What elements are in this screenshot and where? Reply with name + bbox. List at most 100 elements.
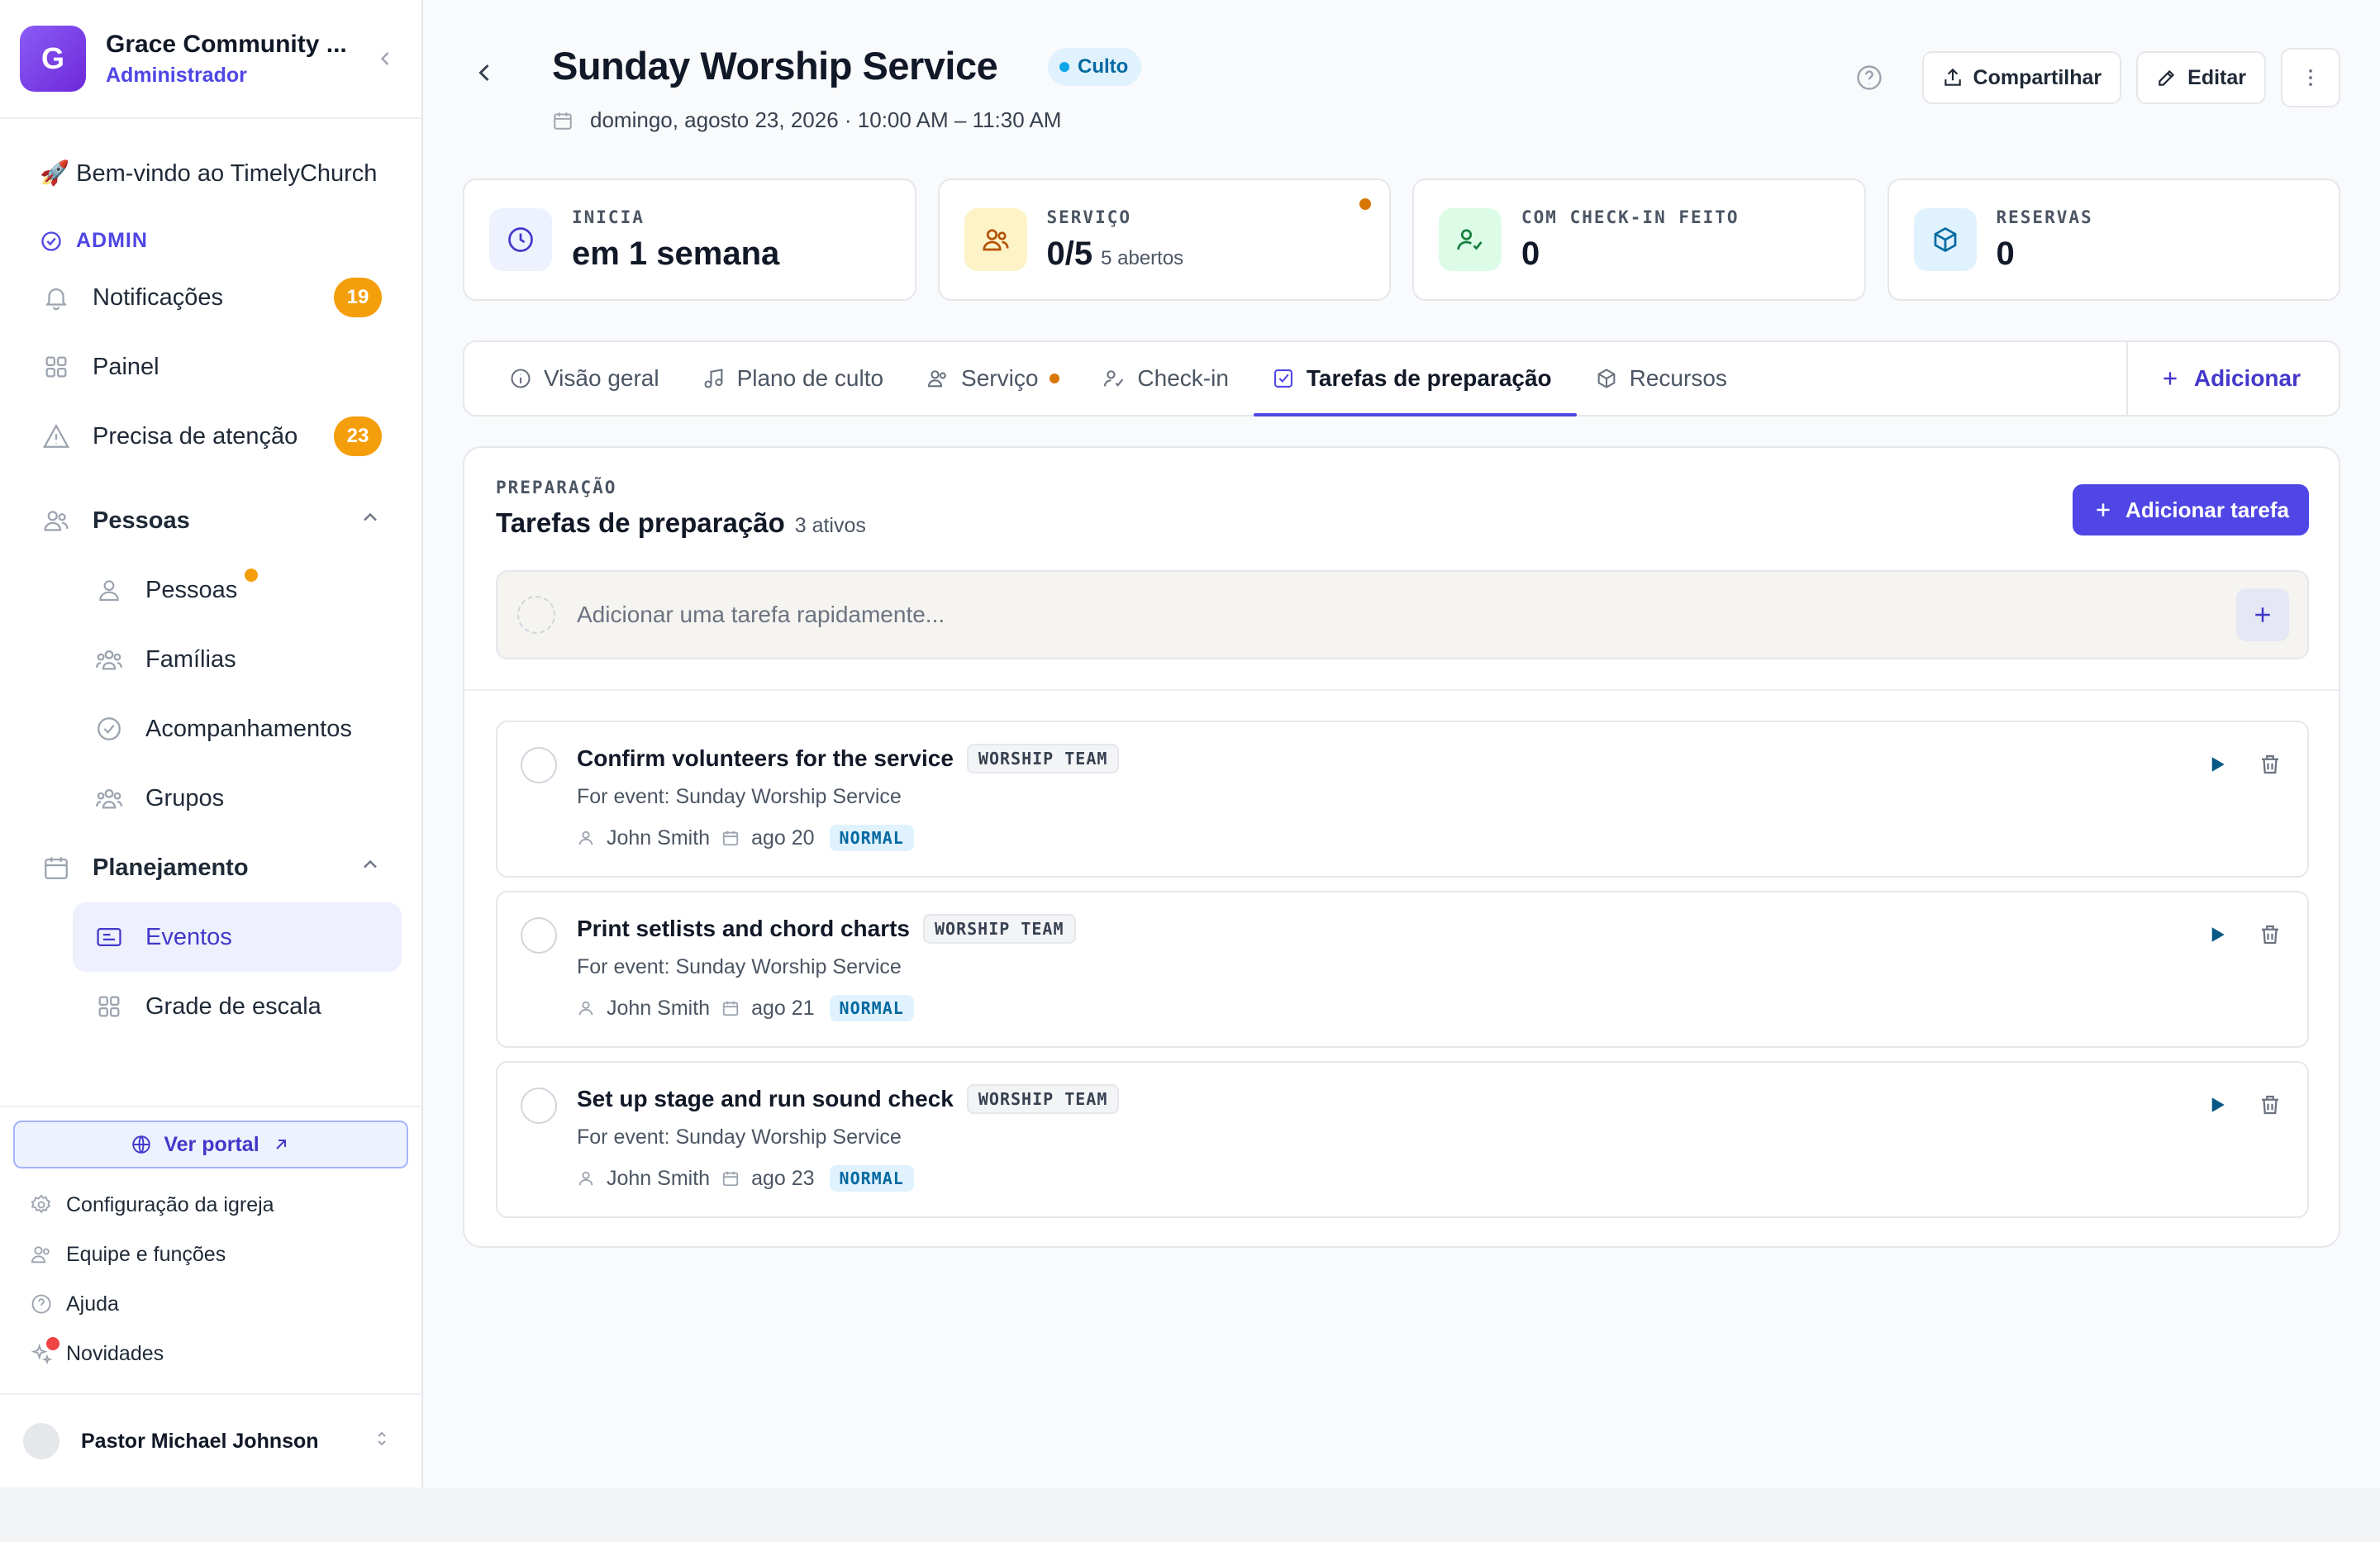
collapse-sidebar-icon[interactable] [369,42,402,75]
calendar-icon [721,1169,740,1187]
sidebar-item-groups[interactable]: Grupos [0,764,421,833]
user-check-icon [1439,208,1502,271]
sidebar-item-people[interactable]: Pessoas [0,555,421,625]
play-icon[interactable] [2205,922,2230,947]
task-complete-checkbox[interactable] [521,747,557,783]
share-icon [1944,68,1961,86]
sidebar-item-notifications[interactable]: Notificações 19 [0,263,421,332]
play-icon[interactable] [2205,1092,2230,1117]
whats-new-link[interactable]: Novidades [0,1329,421,1378]
sidebar-item-schedule-grid[interactable]: Grade de escala [0,972,421,1041]
avatar [23,1423,60,1459]
tab-resources[interactable]: Recursos [1577,342,1752,415]
back-arrow-icon[interactable] [469,58,499,93]
help-link[interactable]: Ajuda [0,1279,421,1329]
task-item[interactable]: Set up stage and run sound check WORSHIP… [496,1061,2309,1218]
more-vertical-icon [2309,69,2312,87]
tab-overview[interactable]: Visão geral [491,342,684,415]
org-role: Administrador [106,63,247,87]
user-icon [577,829,595,847]
add-task-button[interactable]: Adicionar tarefa [2073,484,2309,535]
calendar-icon [554,112,572,130]
sidebar-item-dashboard[interactable]: Painel [0,332,421,402]
trash-icon[interactable] [2258,922,2282,947]
add-tab-button[interactable]: Adicionar [2125,342,2339,415]
share-button[interactable]: Compartilhar [1921,51,2122,104]
task-complete-checkbox[interactable] [521,1087,557,1124]
help-circle-icon [28,1291,55,1317]
church-settings-link[interactable]: Configuração da igreja [0,1180,421,1230]
plus-icon [2255,607,2270,622]
rocket-icon: 🚀 [40,160,70,187]
tab-service-plan[interactable]: Plano de culto [684,342,908,415]
stat-card-service: SERVIÇO 0/5 5 abertos [937,178,1391,301]
status-dot [1359,198,1371,210]
team-tag: WORSHIP TEAM [923,914,1076,944]
welcome-link[interactable]: 🚀 Bem-vindo ao TimelyChurch [0,119,421,191]
task-item[interactable]: Confirm volunteers for the service WORSH… [496,721,2309,878]
tab-serving[interactable]: Serviço [908,342,1084,415]
bell-icon [40,281,73,314]
sidebar-item-families[interactable]: Famílias [0,625,421,694]
priority-badge: NORMAL [829,995,914,1021]
edit-button[interactable]: Editar [2136,51,2266,104]
task-event: For event: Sunday Worship Service [577,955,902,978]
org-name: Grace Community ... [106,30,347,58]
globe-icon [132,1135,151,1154]
chevrons-up-down-icon [372,1429,392,1454]
prep-tasks-panel: PREPARAÇÃO Tarefas de preparação 3 ativos… [463,446,2340,1248]
trash-icon[interactable] [2258,752,2282,777]
quick-add-input[interactable]: Adicionar uma tarefa rapidamente... [577,602,2236,628]
stat-card-bookings: RESERVAS 0 [1887,178,2340,301]
tab-check-in[interactable]: Check-in [1084,342,1253,415]
sidebar-item-events[interactable]: Eventos [73,902,402,972]
status-dot [1050,374,1060,383]
task-item[interactable]: Print setlists and chord charts WORSHIP … [496,891,2309,1048]
trash-icon[interactable] [2258,1092,2282,1117]
external-link-icon [275,1140,286,1149]
task-due-date: ago 20 [751,826,815,850]
chevron-up-icon[interactable] [359,853,382,883]
sidebar: G Grace Community ... Administrador 🚀 Be… [0,0,423,1487]
sidebar-section-planning[interactable]: Planejamento [0,833,421,902]
attention-count-badge: 23 [334,416,382,456]
user-menu[interactable]: Pastor Michael Johnson [0,1393,421,1487]
check-circle-icon [41,231,61,251]
dashboard-icon [40,350,73,383]
sidebar-section-people[interactable]: Pessoas [0,486,421,555]
event-datetime: domingo, agosto 23, 2026 · 10:00 AM – 11… [552,107,1061,133]
user-icon [577,999,595,1017]
stat-card-starts: INICIA em 1 semana [463,178,916,301]
org-switcher[interactable]: G Grace Community ... Administrador [0,0,421,119]
alert-triangle-icon [40,420,73,453]
users-icon [926,367,950,390]
task-list: Confirm volunteers for the service WORSH… [496,721,2309,1231]
welcome-label: Bem-vindo ao TimelyChurch [76,160,378,187]
music-icon [702,367,726,390]
task-title: Print setlists and chord charts [577,916,910,941]
tab-prep-tasks[interactable]: Tarefas de preparação [1253,342,1577,416]
task-complete-checkbox[interactable] [521,917,557,954]
event-type-badge: Culto [1048,48,1142,86]
calendar-icon [40,851,73,884]
sidebar-item-follow-ups[interactable]: Acompanhamentos [0,694,421,764]
sidebar-item-needs-attention[interactable]: Precisa de atenção 23 [0,402,421,471]
task-event: For event: Sunday Worship Service [577,1126,902,1149]
play-icon[interactable] [2205,752,2230,777]
checkbox-icon [1272,367,1295,390]
team-roles-link[interactable]: Equipe e funções [0,1230,421,1279]
task-assignee: John Smith [607,826,711,850]
view-portal-button[interactable]: Ver portal [13,1121,408,1168]
plus-icon [2163,372,2177,385]
calendar-icon [721,829,740,847]
plus-icon [2097,503,2110,516]
help-circle-icon[interactable] [1851,59,1887,96]
stat-card-checked-in: COM CHECK-IN FEITO 0 [1412,178,1866,301]
task-assignee: John Smith [607,1166,711,1190]
task-assignee: John Smith [607,996,711,1020]
people-indicator-dot [245,569,258,582]
chevron-up-icon[interactable] [359,506,382,535]
users-icon [964,208,1027,271]
quick-add-button[interactable] [2236,588,2289,641]
more-options-button[interactable] [2281,48,2340,107]
